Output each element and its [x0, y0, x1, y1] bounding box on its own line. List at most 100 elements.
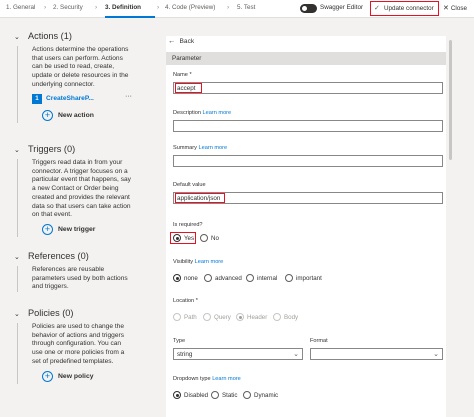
- visibility-none-radio[interactable]: [173, 274, 181, 282]
- is-required-label: Is required?: [173, 222, 203, 228]
- update-connector-button[interactable]: ✓ Update connector: [370, 1, 439, 16]
- dropdown-type-label: Dropdown type Learn more: [173, 376, 241, 382]
- toggle-knob: [302, 6, 307, 11]
- action-item[interactable]: 1 CreateShareP... ···: [32, 93, 154, 106]
- plus-circle-icon: +: [42, 109, 53, 121]
- close-label: Close: [450, 5, 467, 12]
- description-input[interactable]: [173, 120, 443, 132]
- visibility-label: Visibility Learn more: [173, 259, 223, 265]
- location-body-radio: [273, 313, 281, 321]
- references-header[interactable]: ⌄ References (0): [14, 251, 154, 265]
- top-tab-bar: 1. General › 2. Security › 3. Definition…: [0, 0, 474, 18]
- name-label: Name *: [173, 72, 192, 78]
- checkmark-icon: ✓: [374, 5, 380, 12]
- dropdown-static-label: Static: [222, 392, 238, 399]
- back-label: Back: [179, 38, 195, 45]
- new-policy-label: New policy: [58, 372, 94, 380]
- visibility-label-text: Visibility: [173, 259, 194, 265]
- back-button[interactable]: ← Back: [168, 36, 194, 45]
- location-path-label: Path: [184, 314, 197, 321]
- visibility-important-label: important: [296, 275, 322, 282]
- swagger-editor-label: Swagger Editor: [320, 4, 364, 11]
- tab-security[interactable]: 2. Security: [53, 4, 83, 11]
- actions-title: Actions (1): [28, 31, 72, 41]
- references-section: ⌄ References (0) References are reusable…: [14, 251, 154, 293]
- visibility-internal-radio[interactable]: [246, 274, 254, 282]
- triggers-body: Triggers read data in from your connecto…: [17, 159, 154, 237]
- more-options-icon[interactable]: ···: [125, 93, 132, 100]
- new-action-label: New action: [58, 111, 94, 119]
- actions-header[interactable]: ⌄ Actions (1): [14, 31, 154, 45]
- format-label: Format: [310, 338, 328, 344]
- dropdown-dynamic-label: Dynamic: [254, 392, 279, 399]
- tab-test[interactable]: 5. Test: [237, 4, 255, 11]
- tab-general[interactable]: 1. General: [6, 4, 35, 11]
- name-highlight: [175, 83, 202, 93]
- visibility-none-label: none: [184, 275, 198, 282]
- summary-learn-more-link[interactable]: Learn more: [199, 145, 228, 151]
- swagger-editor-toggle[interactable]: [300, 4, 317, 13]
- action-name[interactable]: CreateShareP...: [46, 95, 94, 102]
- triggers-description: Triggers read data in from your connecto…: [32, 159, 131, 219]
- new-trigger-label: New trigger: [58, 225, 96, 233]
- dropdown-learn-more-link[interactable]: Learn more: [212, 376, 241, 382]
- required-yes-radio[interactable]: [173, 234, 181, 242]
- visibility-learn-more-link[interactable]: Learn more: [195, 259, 224, 265]
- triggers-section: ⌄ Triggers (0) Triggers read data in fro…: [14, 144, 154, 237]
- arrow-left-icon: ←: [168, 36, 176, 45]
- tab-separator: ›: [44, 4, 47, 11]
- description-learn-more-link[interactable]: Learn more: [203, 110, 232, 116]
- policies-body: Policies are used to change the behavior…: [17, 323, 154, 384]
- dropdown-dynamic-radio[interactable]: [243, 391, 251, 399]
- dropdown-static-radio[interactable]: [211, 391, 219, 399]
- policies-title: Policies (0): [28, 308, 74, 318]
- dropdown-type-label-text: Dropdown type: [173, 376, 211, 382]
- plus-circle-icon: +: [42, 370, 53, 382]
- chevron-down-icon[interactable]: ⌄: [14, 253, 20, 261]
- policies-description: Policies are used to change the behavior…: [32, 323, 125, 365]
- chevron-down-icon[interactable]: ⌄: [14, 310, 20, 318]
- visibility-internal-label: internal: [257, 275, 278, 282]
- summary-label: Summary Learn more: [173, 145, 227, 151]
- tab-definition[interactable]: 3. Definition: [105, 4, 141, 11]
- dropdown-disabled-radio[interactable]: [173, 391, 181, 399]
- format-select[interactable]: ⌄: [310, 348, 443, 360]
- name-input[interactable]: accept: [173, 82, 443, 94]
- tab-code-preview[interactable]: 4. Code (Preview): [165, 4, 215, 11]
- dropdown-disabled-label: Disabled: [184, 392, 209, 399]
- scrollbar-thumb[interactable]: [449, 40, 452, 160]
- chevron-down-icon[interactable]: ⌄: [14, 146, 20, 154]
- location-label: Location *: [173, 298, 198, 304]
- description-label-text: Description: [173, 110, 201, 116]
- new-policy-button[interactable]: + New policy: [32, 370, 154, 384]
- references-description: References are reusable parameters used …: [32, 266, 128, 291]
- triggers-title: Triggers (0): [28, 144, 76, 154]
- triggers-header[interactable]: ⌄ Triggers (0): [14, 144, 154, 158]
- type-select[interactable]: string ⌄: [173, 348, 303, 360]
- actions-section: ⌄ Actions (1) Actions determine the oper…: [14, 31, 154, 123]
- visibility-advanced-radio[interactable]: [204, 274, 212, 282]
- type-value: string: [177, 351, 193, 358]
- location-body-label: Body: [284, 314, 299, 321]
- policies-header[interactable]: ⌄ Policies (0): [14, 308, 154, 322]
- references-body: References are reusable parameters used …: [17, 266, 154, 293]
- plus-circle-icon: +: [42, 223, 53, 235]
- left-panel: ⌄ Actions (1) Actions determine the oper…: [0, 19, 160, 417]
- tab-separator: ›: [157, 4, 160, 11]
- chevron-down-icon: ⌄: [293, 351, 299, 358]
- required-no-radio[interactable]: [200, 234, 208, 242]
- close-button[interactable]: ✕ Close: [443, 4, 467, 12]
- summary-label-text: Summary: [173, 145, 197, 151]
- active-tab-indicator: [105, 16, 155, 18]
- location-header-label: Header: [247, 314, 268, 321]
- visibility-important-radio[interactable]: [285, 274, 293, 282]
- policies-section: ⌄ Policies (0) Policies are used to chan…: [14, 308, 154, 384]
- description-label: Description Learn more: [173, 110, 231, 116]
- new-trigger-button[interactable]: + New trigger: [32, 223, 154, 237]
- summary-input[interactable]: [173, 155, 443, 167]
- new-action-button[interactable]: + New action: [32, 109, 154, 123]
- required-yes-label: Yes: [184, 235, 195, 242]
- chevron-down-icon[interactable]: ⌄: [14, 33, 20, 41]
- references-title: References (0): [28, 251, 89, 261]
- scrollbar[interactable]: [448, 36, 453, 417]
